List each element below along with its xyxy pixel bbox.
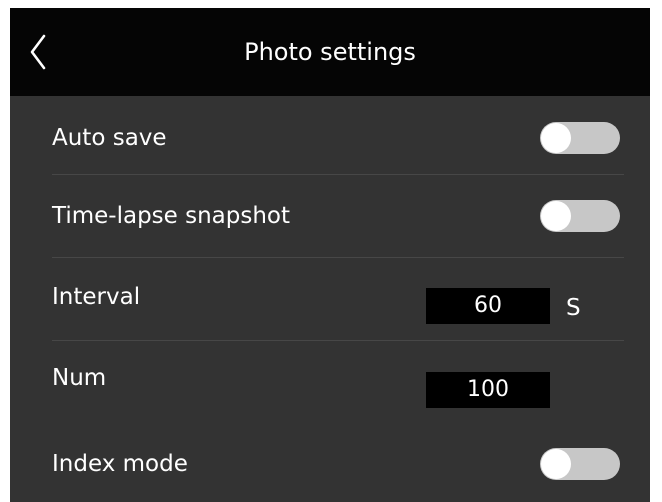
setting-row-auto-save: Auto save: [10, 96, 650, 180]
setting-row-interval: Interval 60 S: [10, 257, 650, 341]
num-label: Num: [52, 365, 107, 391]
index-mode-label: Index mode: [52, 451, 188, 477]
time-lapse-label: Time-lapse snapshot: [52, 203, 291, 229]
toggle-knob: [541, 449, 571, 479]
setting-row-time-lapse: Time-lapse snapshot: [10, 174, 650, 258]
header-bar: Photo settings: [10, 8, 650, 96]
setting-row-num: Num 100: [10, 340, 650, 424]
interval-unit: S: [566, 295, 581, 321]
time-lapse-toggle[interactable]: [540, 200, 620, 232]
auto-save-label: Auto save: [52, 125, 167, 151]
toggle-knob: [541, 201, 571, 231]
num-input[interactable]: 100: [426, 372, 550, 408]
setting-row-index-mode: Index mode: [10, 422, 650, 502]
interval-label: Interval: [52, 284, 141, 310]
interval-input[interactable]: 60: [426, 288, 550, 324]
index-mode-toggle[interactable]: [540, 448, 620, 480]
photo-settings-screen: Photo settings Auto save Time-lapse snap…: [10, 8, 650, 502]
toggle-knob: [541, 123, 571, 153]
auto-save-toggle[interactable]: [540, 122, 620, 154]
page-title: Photo settings: [244, 38, 416, 66]
